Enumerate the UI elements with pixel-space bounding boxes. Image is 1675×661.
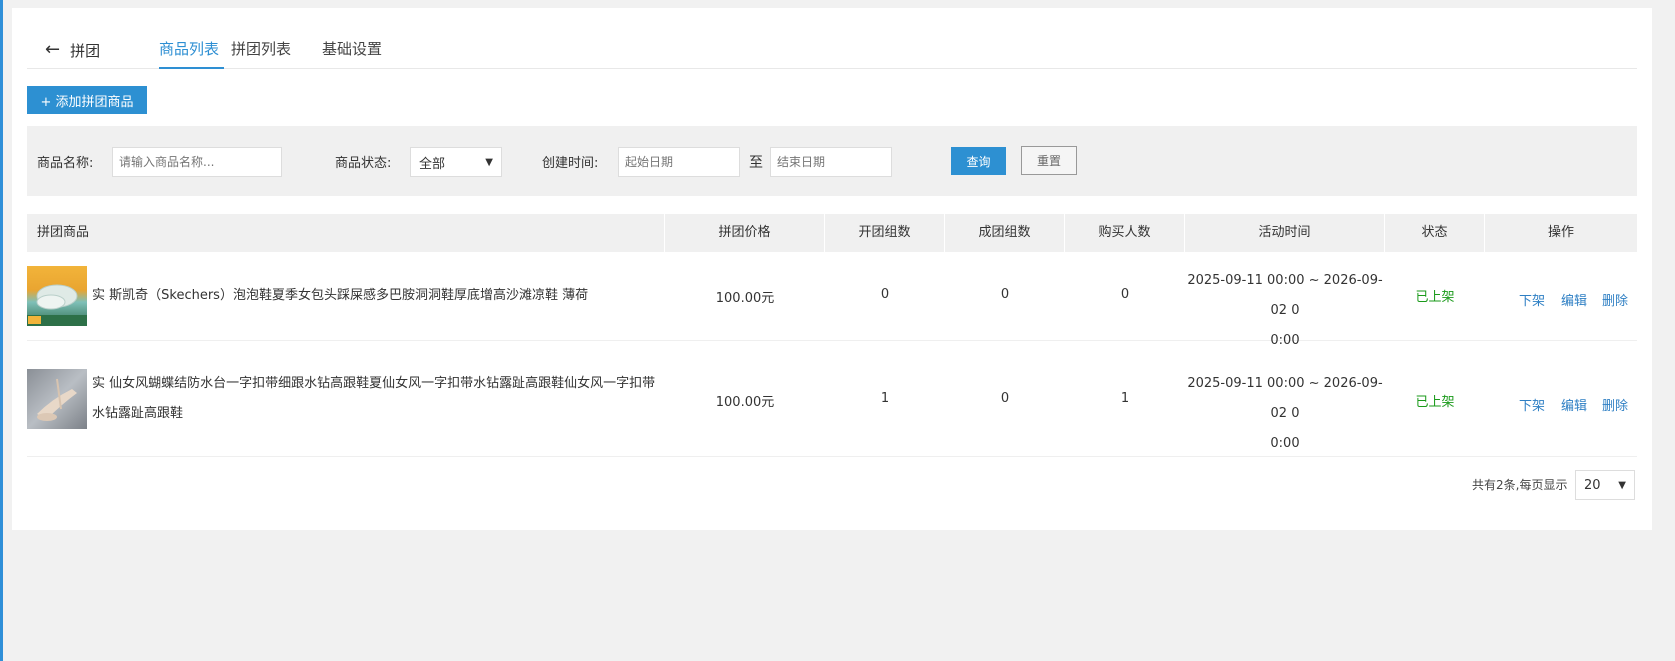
reset-button[interactable]: 重置 bbox=[1021, 146, 1077, 175]
chevron-down-icon: ▼ bbox=[485, 156, 493, 168]
created-time-label: 创建时间: bbox=[542, 156, 599, 171]
formed-groups: 0 bbox=[1000, 287, 1010, 302]
back-button[interactable]: ← 拼团 bbox=[45, 38, 115, 62]
product-name-line1: 实 仙女风蝴蝶结防水台一字扣带细跟水钻高跟鞋夏仙女风一字扣带水钻露趾高跟鞋仙女风… bbox=[92, 376, 656, 391]
product-name: 实 斯凯奇（Skechers）泡泡鞋夏季女包头踩屎感多巴胺洞洞鞋厚底增高沙滩凉鞋… bbox=[92, 288, 589, 303]
product-name-input[interactable] bbox=[112, 147, 282, 177]
take-down-link[interactable]: 下架 bbox=[1519, 395, 1545, 414]
product-status-label: 商品状态: bbox=[335, 156, 392, 171]
page-size-value: 20 bbox=[1584, 477, 1601, 493]
product-table: 拼团商品 拼团价格 开团组数 成团组数 购买人数 活动时间 状态 操作 实 斯凯… bbox=[27, 214, 1637, 457]
col-buyers: 购买人数 bbox=[1065, 214, 1185, 252]
col-formed-groups: 成团组数 bbox=[945, 214, 1065, 252]
left-accent-bar bbox=[0, 0, 3, 661]
delete-link[interactable]: 删除 bbox=[1602, 395, 1628, 414]
status-badge: 已上架 bbox=[1415, 290, 1455, 305]
chevron-down-icon: ▼ bbox=[1618, 479, 1626, 491]
buyers: 1 bbox=[1120, 391, 1130, 406]
col-open-groups: 开团组数 bbox=[825, 214, 945, 252]
open-groups: 0 bbox=[880, 287, 890, 302]
formed-groups: 0 bbox=[1000, 391, 1010, 406]
start-date-input[interactable] bbox=[618, 147, 740, 177]
edit-link[interactable]: 编辑 bbox=[1561, 290, 1587, 309]
product-name-label: 商品名称: bbox=[37, 156, 94, 171]
col-status: 状态 bbox=[1385, 214, 1485, 252]
activity-time-line2: 0:00 bbox=[1270, 436, 1300, 451]
product-name: 实 仙女风蝴蝶结防水台一字扣带细跟水钻高跟鞋夏仙女风一字扣带水钻露趾高跟鞋仙女风… bbox=[92, 369, 662, 429]
date-range-separator: 至 bbox=[749, 155, 763, 171]
activity-time: 2025-09-11 00:00 ~ 2026-09-02 0 0:00 bbox=[1185, 369, 1385, 459]
filter-bar: 商品名称: 商品状态: 全部 ▼ 创建时间: 至 查询 重置 bbox=[27, 126, 1637, 196]
tab-basic-settings[interactable]: 基础设置 bbox=[322, 38, 382, 69]
table-row: 实 斯凯奇（Skechers）泡泡鞋夏季女包头踩屎感多巴胺洞洞鞋厚底增高沙滩凉鞋… bbox=[27, 252, 1637, 348]
back-arrow-icon: ← bbox=[45, 39, 61, 60]
product-thumbnail[interactable] bbox=[27, 266, 87, 326]
end-date-input[interactable] bbox=[770, 147, 892, 177]
col-activity-time: 活动时间 bbox=[1185, 214, 1385, 252]
tab-group-list[interactable]: 拼团列表 bbox=[231, 38, 291, 69]
status-badge: 已上架 bbox=[1415, 395, 1455, 410]
table-header: 拼团商品 拼团价格 开团组数 成团组数 购买人数 活动时间 状态 操作 bbox=[27, 214, 1637, 252]
product-status-select[interactable]: 全部 ▼ bbox=[410, 147, 502, 177]
query-button[interactable]: 查询 bbox=[951, 147, 1006, 175]
product-name-line2: 水钻露趾高跟鞋 bbox=[92, 406, 184, 421]
open-groups: 1 bbox=[880, 391, 890, 406]
col-product: 拼团商品 bbox=[27, 214, 665, 252]
take-down-link[interactable]: 下架 bbox=[1519, 290, 1545, 309]
page-size-select[interactable]: 20 ▼ bbox=[1575, 470, 1635, 500]
col-actions: 操作 bbox=[1547, 225, 1574, 240]
product-thumbnail[interactable] bbox=[27, 369, 87, 429]
price: 100.00元 bbox=[715, 395, 775, 410]
table-row: 实 仙女风蝴蝶结防水台一字扣带细跟水钻高跟鞋夏仙女风一字扣带水钻露趾高跟鞋仙女风… bbox=[27, 341, 1637, 457]
col-price: 拼团价格 bbox=[665, 214, 825, 252]
main-panel: ← 拼团 商品列表 拼团列表 基础设置 + 添加拼团商品 商品名称: 商品状态:… bbox=[12, 8, 1652, 530]
edit-link[interactable]: 编辑 bbox=[1561, 395, 1587, 414]
tab-bar: ← 拼团 商品列表 拼团列表 基础设置 bbox=[27, 8, 1637, 69]
pagination-summary: 共有2条,每页显示 bbox=[1472, 478, 1568, 492]
back-label: 拼团 bbox=[70, 41, 101, 60]
price: 100.00元 bbox=[715, 291, 775, 306]
tab-product-list[interactable]: 商品列表 bbox=[139, 38, 244, 69]
activity-time-line1: 2025-09-11 00:00 ~ 2026-09-02 0 bbox=[1187, 273, 1383, 318]
activity-time-line1: 2025-09-11 00:00 ~ 2026-09-02 0 bbox=[1187, 376, 1383, 421]
delete-link[interactable]: 删除 bbox=[1602, 290, 1628, 309]
add-group-product-button[interactable]: + 添加拼团商品 bbox=[27, 86, 147, 114]
buyers: 0 bbox=[1120, 287, 1130, 302]
product-status-value: 全部 bbox=[419, 156, 446, 172]
